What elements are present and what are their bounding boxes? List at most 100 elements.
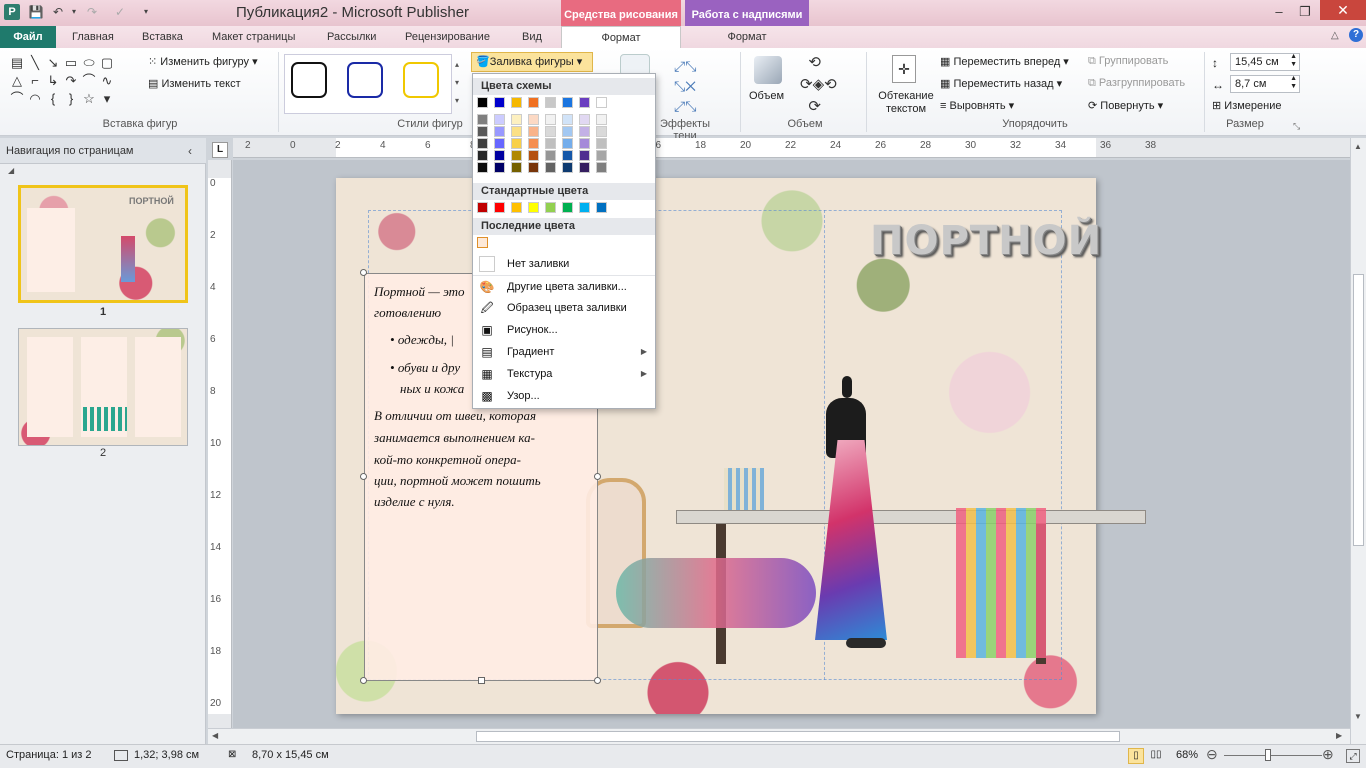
scheme-tint-swatch[interactable] [562,114,573,125]
scheme-color-swatch[interactable] [511,97,522,108]
brace-left-icon[interactable]: { [44,90,62,108]
scheme-tint-swatch[interactable] [545,138,556,149]
zoom-slider[interactable] [1224,755,1322,756]
scheme-tint-swatch[interactable] [545,114,556,125]
scheme-tint-swatch[interactable] [579,150,590,161]
vertical-ruler[interactable]: 0 2 4 6 8 10 12 14 16 18 20 [208,160,232,744]
3d-tilt-icons[interactable]: ⟲ ⟳◈⟲ ⟳ [800,52,837,118]
more-shapes-icon[interactable]: ▾ [98,90,116,108]
scheme-color-swatch[interactable] [596,97,607,108]
freeform-shape-icon[interactable]: ⌒ [80,72,98,90]
standard-color-swatch[interactable] [596,202,607,213]
scheme-tint-swatch[interactable] [494,126,505,137]
scheme-tint-swatch[interactable] [511,126,522,137]
standard-color-swatch[interactable] [528,202,539,213]
tab-textbox-format[interactable]: Формат [685,26,809,48]
resize-handle[interactable] [360,677,367,684]
oval-shape-icon[interactable]: ⬭ [80,54,98,72]
scheme-tint-swatch[interactable] [494,114,505,125]
close-button[interactable]: ✕ [1320,0,1366,20]
scheme-tint-swatch[interactable] [528,114,539,125]
scheme-tint-swatch[interactable] [528,162,539,173]
single-page-view-icon[interactable]: ▯ [1128,748,1144,764]
scheme-tint-swatch[interactable] [511,150,522,161]
tab-review[interactable]: Рецензирование [405,26,490,48]
zoom-slider-thumb[interactable] [1265,749,1272,761]
body-text-line[interactable]: ных и кожа [400,378,464,399]
scheme-tint-swatch[interactable] [596,126,607,137]
resize-handle[interactable] [594,473,601,480]
style-black-outline[interactable] [291,62,327,98]
bring-forward-button[interactable]: ▦ Переместить вперед ▾ [940,55,1069,68]
scheme-tint-swatch[interactable] [511,138,522,149]
style-yellow-outline[interactable] [403,62,439,98]
standard-color-swatch[interactable] [494,202,505,213]
restore-button[interactable]: ❐ [1292,2,1318,22]
scheme-tint-swatch[interactable] [511,114,522,125]
scheme-tint-swatch[interactable] [596,138,607,149]
page-heading-wordart[interactable]: ПОРТНОЙ [870,218,1102,264]
3d-effects-icon[interactable] [754,56,782,84]
resize-handle[interactable] [360,269,367,276]
tab-file[interactable]: Файл [0,26,56,48]
scroll-left-icon[interactable]: ◀ [212,731,218,740]
scheme-tint-swatch[interactable] [494,138,505,149]
scheme-tint-swatch[interactable] [596,150,607,161]
nudge-shadow-icons[interactable]: ⤢⤡ ⤡✕ ⤢⤡ [674,56,696,116]
format-painter-icon[interactable]: ✓ [112,4,128,20]
standard-color-swatch[interactable] [477,202,488,213]
tab-page-layout[interactable]: Макет страницы [212,26,295,48]
scheme-tint-swatch[interactable] [579,114,590,125]
brace-right-icon[interactable]: } [62,90,80,108]
help-icon[interactable]: ? [1349,28,1363,42]
scheme-color-swatch[interactable] [477,97,488,108]
group-button[interactable]: ⧉ Группировать [1088,55,1168,68]
tab-view[interactable]: Вид [522,26,542,48]
page-thumbnail-1[interactable]: ПОРТНОЙ [18,185,188,303]
align-button[interactable]: ≡ Выровнять ▾ [940,99,1014,112]
zoom-level[interactable]: 68% [1176,749,1198,761]
standard-color-swatch[interactable] [562,202,573,213]
bullet-item[interactable]: • одежды, | [390,329,454,350]
shape-height-input[interactable]: 15,45 см ▲ ▼ [1230,53,1300,71]
shape-fill-dropdown[interactable]: Цвета схемы Стандартные цвета Последние … [472,73,656,409]
scheme-tint-swatch[interactable] [596,162,607,173]
tab-home[interactable]: Главная [72,26,114,48]
height-spinner-icon[interactable]: ▲ ▼ [1290,53,1297,69]
scheme-tint-swatch[interactable] [477,162,488,173]
scheme-tint-swatch[interactable] [528,138,539,149]
expand-section-icon[interactable]: ◢ [8,166,14,175]
star-shape-icon[interactable]: ☆ [80,90,98,108]
scheme-color-swatch[interactable] [545,97,556,108]
body-text-line[interactable]: готовлению [374,302,441,323]
rectangle-shape-icon[interactable]: ▭ [62,54,80,72]
recent-color-swatch[interactable] [477,237,488,248]
send-backward-button[interactable]: ▦ Переместить назад ▾ [940,77,1062,90]
scheme-tint-swatch[interactable] [562,150,573,161]
wrap-text-icon[interactable]: ✛ [892,55,916,83]
curve-shape-icon[interactable]: ↷ [62,72,80,90]
fill-menu-item[interactable]: 🖉 Образец цвета заливки [473,297,655,319]
horizontal-ruler[interactable]: 202468101214161820222426283032343638 [233,138,1350,158]
zoom-in-icon[interactable]: ⊕ [1322,746,1334,763]
undo-icon[interactable]: ↶ [50,4,66,20]
scribble-shape-icon[interactable]: ∿ [98,72,116,90]
arrow-shape-icon[interactable]: ↘ [44,54,62,72]
scheme-tint-swatch[interactable] [562,162,573,173]
standard-color-swatch[interactable] [511,202,522,213]
shape-width-input[interactable]: 8,7 см ▲ ▼ [1230,75,1300,93]
scroll-right-icon[interactable]: ▶ [1336,731,1342,740]
scheme-tint-swatch[interactable] [477,150,488,161]
resize-handle[interactable] [594,677,601,684]
scheme-tint-swatch[interactable] [579,162,590,173]
change-shape-button[interactable]: ⁙ Изменить фигуру ▾ [148,55,258,68]
arc-shape-icon[interactable]: ◠ [26,90,44,108]
resize-handle[interactable] [360,473,367,480]
width-spinner-icon[interactable]: ▲ ▼ [1290,75,1297,91]
elbow-arrow-icon[interactable]: ↳ [44,72,62,90]
shapes-gallery[interactable]: ▤ ╲ ↘ ▭ ⬭ ▢ △ ⌐ ↳ ↷ ⌒ ∿ ⌒ ◠{} ☆ ▾ [8,54,136,114]
rounded-rect-shape-icon[interactable]: ▢ [98,54,116,72]
scroll-up-icon[interactable]: ▲ [1354,142,1362,151]
style-blue-outline[interactable] [347,62,383,98]
status-page-indicator[interactable]: Страница: 1 из 2 [6,749,92,761]
